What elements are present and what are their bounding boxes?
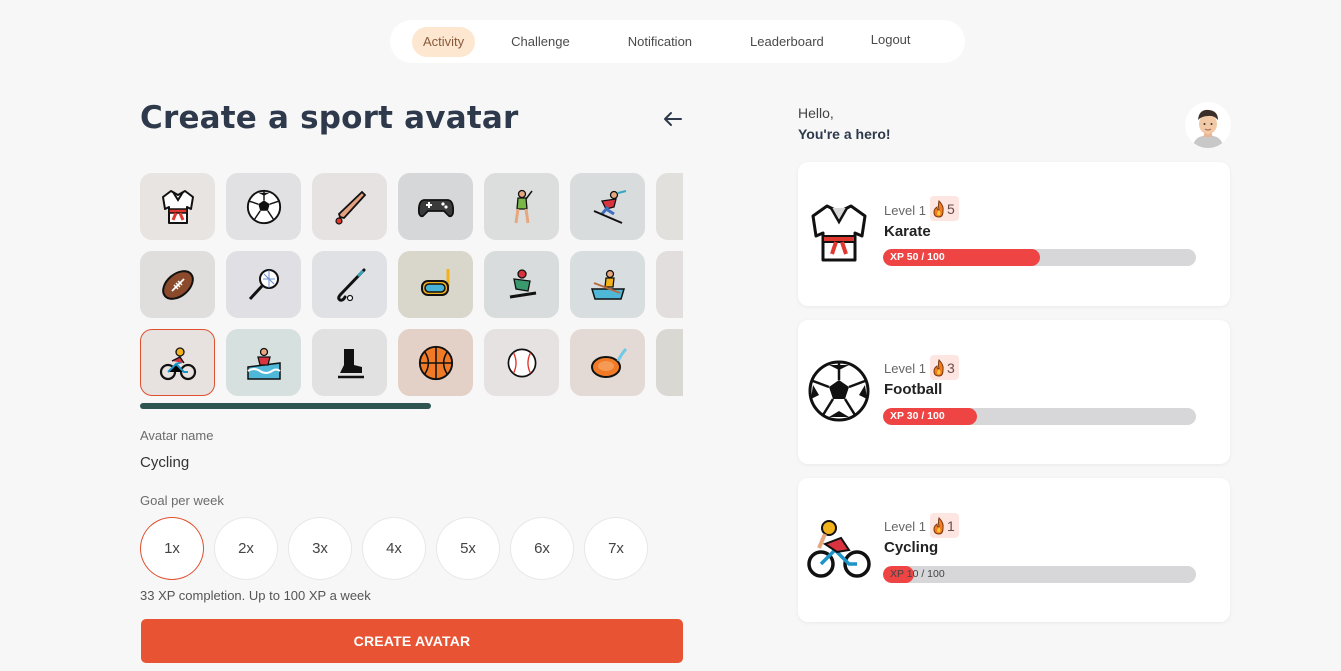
avatar-option-field-hockey[interactable]: [312, 251, 387, 318]
page-title: Create a sport avatar: [140, 100, 519, 136]
user-avatar-icon: [1193, 109, 1223, 148]
avatar-option-skier[interactable]: [570, 173, 645, 240]
avatar-option-surfer[interactable]: [226, 329, 301, 396]
basketball-icon: [418, 345, 453, 380]
streak-count: 3: [947, 359, 955, 376]
american-football-icon: [161, 269, 194, 300]
goal-option-5x[interactable]: 5x: [436, 517, 500, 580]
goal-per-week-label: Goal per week: [140, 493, 224, 508]
avatar-option-cycling[interactable]: [140, 329, 215, 396]
avatar-option-flying-disc[interactable]: [570, 329, 645, 396]
avatar-option-cricket[interactable]: [312, 173, 387, 240]
karate-gi-icon: [161, 189, 194, 224]
avatar-option-partial[interactable]: [656, 251, 683, 318]
avatar-option-partial[interactable]: [656, 329, 683, 396]
avatar-option-basketball[interactable]: [398, 329, 473, 396]
karate-gi-icon: [811, 204, 867, 262]
card-sport-name: Football: [884, 381, 943, 398]
goal-option-1x[interactable]: 1x: [140, 517, 204, 580]
avatar-name-value[interactable]: Cycling: [140, 454, 189, 471]
xp-progress-bar: XP 30 / 100: [883, 408, 1196, 425]
fire-icon: [933, 199, 944, 218]
golfer-icon: [514, 189, 533, 223]
xp-progress-bar: XP 10 / 100: [883, 566, 1196, 583]
badminton-icon: [248, 268, 279, 300]
avatar-option-snowboarder[interactable]: [484, 251, 559, 318]
avatar-name-label: Avatar name: [140, 428, 214, 443]
activity-card-football[interactable]: Level 1 3 Football XP 30 / 100: [798, 320, 1230, 464]
soccer-ball-icon: [808, 360, 870, 422]
top-nav: Activity Challenge Notification Leaderbo…: [390, 20, 965, 63]
avatar-option-partial[interactable]: [656, 173, 683, 240]
flying-disc-icon: [590, 347, 627, 378]
nav-notification[interactable]: Notification: [617, 27, 703, 57]
streak-badge: 1: [930, 513, 959, 538]
fire-icon: [933, 516, 944, 535]
avatar-option-baseball[interactable]: [484, 329, 559, 396]
ice-skate-icon: [337, 348, 364, 378]
rowing-icon: [590, 269, 625, 300]
avatar-picker-scrollbar[interactable]: [140, 403, 431, 409]
streak-count: 5: [947, 200, 955, 217]
goal-option-2x[interactable]: 2x: [214, 517, 278, 580]
back-button[interactable]: [660, 106, 686, 132]
avatar-option-diving-mask[interactable]: [398, 251, 473, 318]
xp-progress-label: XP 50 / 100: [890, 251, 945, 263]
avatar-option-soccer[interactable]: [226, 173, 301, 240]
partial-sport-icon: [674, 343, 684, 383]
greeting: Hello,: [798, 105, 834, 121]
fire-icon: [933, 358, 944, 377]
create-avatar-button[interactable]: CREATE AVATAR: [141, 619, 683, 663]
diving-mask-icon: [420, 268, 449, 296]
goal-option-4x[interactable]: 4x: [362, 517, 426, 580]
goal-option-3x[interactable]: 3x: [288, 517, 352, 580]
partial-sport-icon: [674, 265, 684, 305]
cyclist-icon: [807, 520, 871, 578]
surfer-icon: [246, 347, 281, 380]
greeting-subtitle: You're a hero!: [798, 126, 891, 142]
activity-card-karate[interactable]: Level 1 5 Karate XP 50 / 100: [798, 162, 1230, 306]
arrow-left-icon: [664, 112, 682, 126]
goal-option-6x[interactable]: 6x: [510, 517, 574, 580]
card-level: Level 1: [884, 203, 926, 218]
video-game-icon: [417, 198, 454, 217]
profile-button[interactable]: [1185, 102, 1231, 148]
card-sport-name: Karate: [884, 223, 931, 240]
nav-challenge[interactable]: Challenge: [500, 27, 581, 57]
xp-progress-bar: XP 50 / 100: [883, 249, 1196, 266]
cricket-icon: [334, 190, 366, 225]
activity-card-cycling[interactable]: Level 1 1 Cycling XP 10 / 100: [798, 478, 1230, 622]
partial-sport-icon: [674, 187, 684, 227]
baseball-icon: [507, 348, 536, 377]
goal-options: 1x 2x 3x 4x 5x 6x 7x: [140, 517, 648, 580]
xp-progress-label: XP 10 / 100: [890, 568, 945, 580]
skier-icon: [593, 189, 626, 224]
xp-progress-label: XP 30 / 100: [890, 410, 945, 422]
avatar-picker[interactable]: [140, 173, 683, 398]
soccer-ball-icon: [246, 189, 281, 224]
xp-note: 33 XP completion. Up to 100 XP a week: [140, 588, 371, 603]
avatar-option-rowing[interactable]: [570, 251, 645, 318]
nav-logout[interactable]: Logout: [860, 25, 922, 55]
avatar-option-golfer[interactable]: [484, 173, 559, 240]
nav-activity[interactable]: Activity: [412, 26, 476, 57]
avatar-option-american-football[interactable]: [140, 251, 215, 318]
streak-badge: 5: [930, 196, 959, 221]
avatar-option-badminton[interactable]: [226, 251, 301, 318]
goal-option-7x[interactable]: 7x: [584, 517, 648, 580]
field-hockey-icon: [336, 268, 365, 302]
streak-badge: 3: [930, 355, 959, 380]
card-level: Level 1: [884, 361, 926, 376]
avatar-option-video-game[interactable]: [398, 173, 473, 240]
card-sport-name: Cycling: [884, 539, 939, 556]
streak-count: 1: [947, 517, 955, 534]
snowboarder-icon: [509, 268, 536, 298]
avatar-option-karate[interactable]: [140, 173, 215, 240]
nav-leaderboard[interactable]: Leaderboard: [739, 27, 835, 57]
cyclist-icon: [159, 346, 196, 380]
card-level: Level 1: [884, 519, 926, 534]
avatar-option-ice-skate[interactable]: [312, 329, 387, 396]
